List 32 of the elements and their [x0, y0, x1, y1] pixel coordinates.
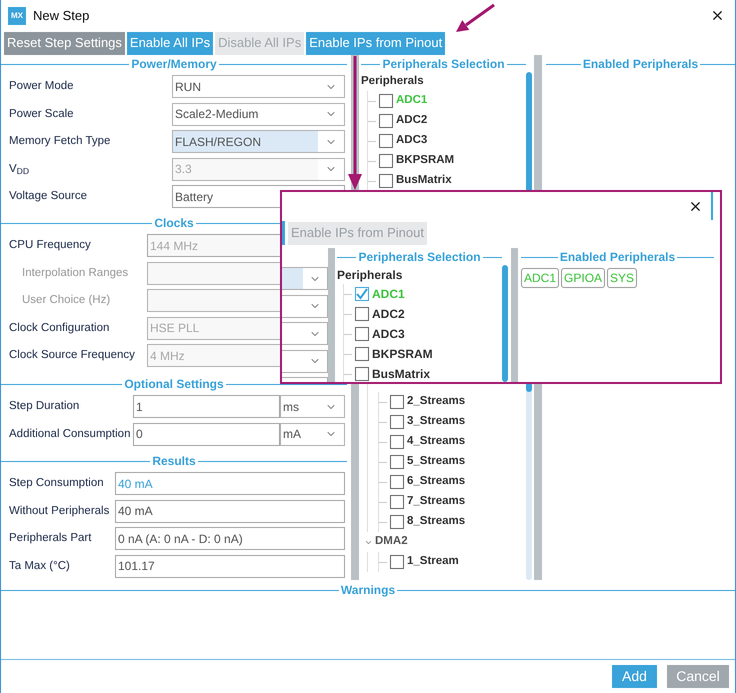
field-label: V$_{DD}$ [8, 162, 30, 178]
section-title: Peripherals Selection [357, 249, 482, 266]
section-title: Peripherals Selection [381, 56, 506, 73]
peripheral-tag: ADC1 [521, 268, 560, 288]
section-title: Enabled Peripherals [582, 56, 700, 73]
field-label: Ta Max (°C) [8, 558, 71, 574]
field-label: Clock Source Frequency [8, 348, 136, 364]
tree-root: Peripherals [337, 267, 404, 284]
field-label: Interpolation Ranges [21, 266, 130, 281]
field-label: Clock Configuration [8, 320, 110, 336]
field-label: Power Scale [8, 106, 75, 122]
peripheral-tag: GPIOA [561, 268, 606, 288]
field-label: Additional Consumption [8, 426, 132, 442]
section-title: Results [151, 453, 197, 470]
section-title: Clocks [153, 215, 195, 232]
field-label: Voltage Source [8, 189, 88, 204]
field-label: Power Mode [8, 79, 75, 94]
section-title: Power/Memory [130, 56, 218, 73]
field-label: Step Consumption [8, 476, 105, 492]
app-logo: MX [8, 6, 26, 24]
section-title: Optional Settings [123, 376, 225, 393]
field-label: CPU Frequency [8, 238, 92, 254]
section-title: Warnings [340, 582, 396, 599]
field-label: Step Duration [8, 399, 80, 414]
peripheral-tag: SYS [607, 268, 638, 288]
field-label: Memory Fetch Type [8, 134, 112, 150]
field-label: Without Peripherals [8, 504, 110, 519]
window-title: New Step [33, 6, 90, 25]
field-label: User Choice (Hz) [21, 293, 112, 308]
section-title: Enabled Peripherals [558, 249, 676, 266]
tree-root: Peripherals [361, 74, 425, 90]
field-label: Peripherals Part [8, 531, 92, 546]
